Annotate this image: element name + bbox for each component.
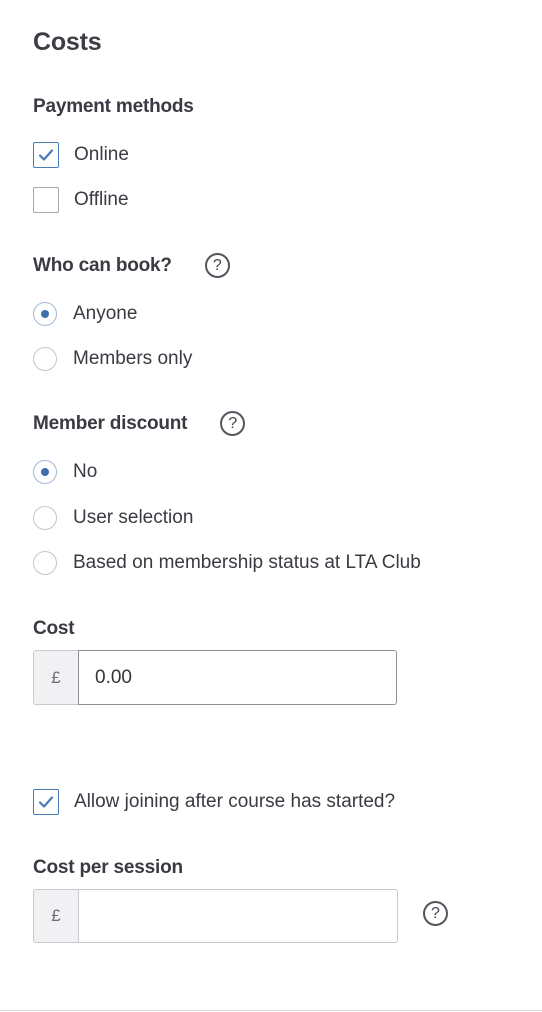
membership-status-radio[interactable] — [33, 551, 57, 575]
members-only-radio[interactable] — [33, 347, 57, 371]
discount-membership-status-option[interactable]: Based on membership status at LTA Club — [33, 551, 421, 575]
who-can-book-label: Who can book? — [33, 254, 172, 276]
help-icon[interactable]: ? — [423, 901, 448, 926]
payment-offline-option[interactable]: Offline — [33, 187, 129, 213]
bottom-divider — [0, 1010, 542, 1011]
cost-input[interactable]: 0.00 — [78, 650, 397, 705]
allow-joining-label: Allow joining after course has started? — [74, 791, 396, 812]
discount-user-selection-option[interactable]: User selection — [33, 506, 193, 530]
radio-selected-dot — [41, 310, 49, 318]
page-title: Costs — [33, 28, 102, 56]
checkmark-icon — [38, 149, 54, 161]
checkmark-icon — [38, 796, 54, 808]
cost-label: Cost — [33, 618, 75, 639]
allow-joining-option[interactable]: Allow joining after course has started? — [33, 789, 395, 815]
no-discount-radio[interactable] — [33, 460, 57, 484]
members-only-label: Members only — [73, 348, 193, 369]
allow-joining-checkbox[interactable] — [33, 789, 59, 815]
payment-methods-label: Payment methods — [33, 96, 194, 117]
online-label: Online — [74, 144, 129, 165]
offline-label: Offline — [74, 189, 129, 210]
user-selection-radio[interactable] — [33, 506, 57, 530]
discount-no-option[interactable]: No — [33, 460, 97, 484]
member-discount-header: Member discount ? — [33, 411, 246, 436]
member-discount-label: Member discount — [33, 412, 188, 434]
payment-online-option[interactable]: Online — [33, 142, 129, 168]
cost-per-session-input[interactable] — [78, 889, 398, 943]
offline-checkbox[interactable] — [33, 187, 59, 213]
radio-selected-dot — [41, 468, 49, 476]
booking-members-option[interactable]: Members only — [33, 347, 192, 371]
help-icon[interactable]: ? — [204, 253, 230, 278]
cost-per-session-label: Cost per session — [33, 857, 183, 878]
who-can-book-header: Who can book? ? — [33, 253, 230, 278]
booking-anyone-option[interactable]: Anyone — [33, 302, 137, 326]
online-checkbox[interactable] — [33, 142, 59, 168]
membership-status-label: Based on membership status at LTA Club — [73, 552, 421, 573]
cost-per-session-input-group: £ — [33, 889, 398, 943]
cost-input-group: £ 0.00 — [33, 650, 397, 705]
currency-prefix: £ — [33, 889, 78, 943]
currency-prefix: £ — [33, 650, 78, 705]
anyone-radio[interactable] — [33, 302, 57, 326]
user-selection-label: User selection — [73, 507, 194, 528]
help-icon[interactable]: ? — [220, 411, 246, 436]
no-discount-label: No — [73, 461, 98, 482]
anyone-label: Anyone — [73, 303, 138, 324]
